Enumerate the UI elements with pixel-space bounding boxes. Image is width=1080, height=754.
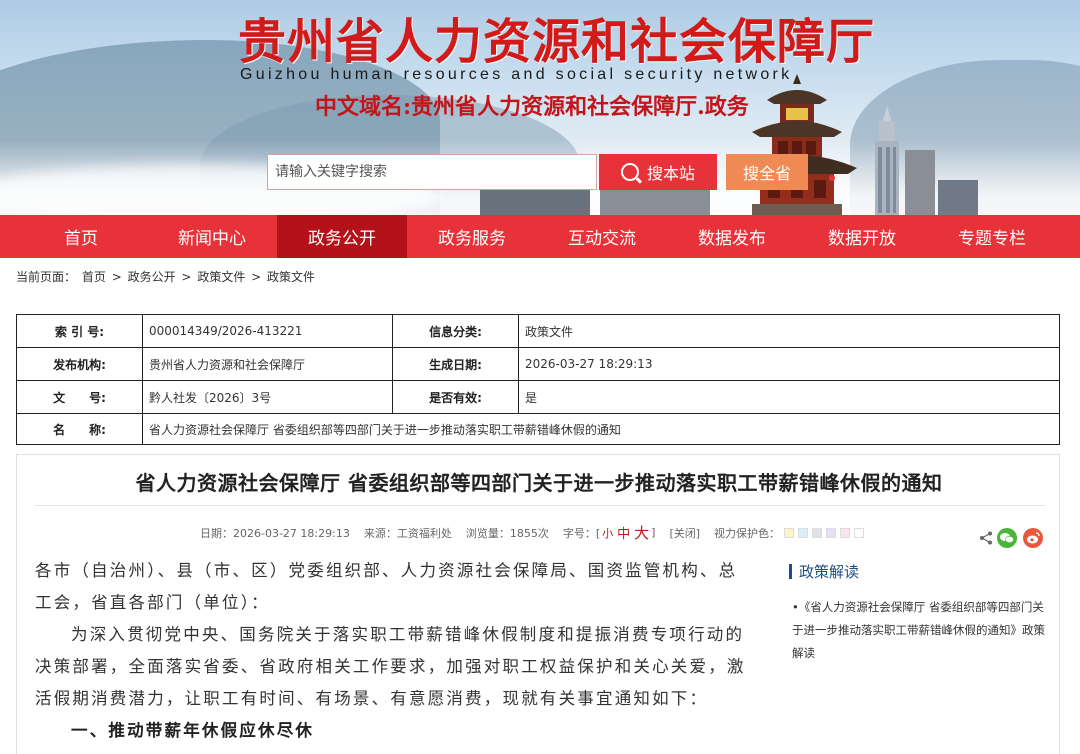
article-container: 省人力资源社会保障厅 省委组织部等四部门关于进一步推动落实职工带薪错峰休假的通知… xyxy=(16,454,1060,754)
table-row: 索 引 号: 000014349/2026-413221 信息分类: 政策文件 xyxy=(16,314,1060,348)
search-icon xyxy=(620,163,639,181)
site-domain: 中文域名:贵州省人力资源和社会保障厅.政务 xyxy=(315,94,749,120)
share-icon[interactable] xyxy=(979,531,993,545)
eye-color-swatch[interactable] xyxy=(826,527,837,538)
docno-value: 黔人社发〔2026〕3号 xyxy=(142,380,393,414)
table-row: 名 称: 省人力资源社会保障厅 省委组织部等四部门关于进一步推动落实职工带薪错峰… xyxy=(16,413,1060,445)
tower-illustration xyxy=(875,105,899,215)
category-value: 政策文件 xyxy=(518,314,1060,348)
valid-label: 是否有效: xyxy=(392,380,519,414)
panel-header: 政策解读 xyxy=(789,561,1049,582)
issuer-label: 发布机构: xyxy=(16,347,143,381)
breadcrumb-separator: > xyxy=(251,270,262,284)
site-subtitle: Guizhou human resources and social secur… xyxy=(240,66,793,83)
nav-item-open-data[interactable]: 数据开放 xyxy=(797,215,927,258)
breadcrumb-link[interactable]: 政策文件 xyxy=(267,270,315,284)
site-title: 贵州省人力资源和社会保障厅 xyxy=(238,14,876,70)
fontsize-end: ] xyxy=(651,526,656,539)
policy-interpretation-panel: 政策解读 •《省人力资源社会保障厅 省委组织部等四部门关于进一步推动落实职工带薪… xyxy=(789,561,1049,665)
eye-color-swatch[interactable] xyxy=(840,527,851,538)
breadcrumb-separator: > xyxy=(111,270,122,284)
category-label: 信息分类: xyxy=(392,314,519,348)
index-value: 000014349/2026-413221 xyxy=(142,314,393,348)
table-row: 发布机构: 贵州省人力资源和社会保障厅 生成日期: 2026-03-27 18:… xyxy=(16,347,1060,381)
city-buildings xyxy=(938,180,978,215)
article-meta: 日期：2026-03-27 18:29:13 来源：工资福利处 浏览量：1855… xyxy=(200,522,865,543)
font-small-button[interactable]: 小 xyxy=(602,525,613,541)
search-site-label: 搜本站 xyxy=(646,164,695,183)
nav-item-news[interactable]: 新闻中心 xyxy=(147,215,277,258)
nav-item-gov-open[interactable]: 政务公开 xyxy=(277,215,407,258)
weibo-icon[interactable] xyxy=(1023,528,1043,548)
table-row: 文 号: 黔人社发〔2026〕3号 是否有效: 是 xyxy=(16,380,1060,414)
source: 来源：工资福利处 xyxy=(363,526,452,540)
eye-color-swatch[interactable] xyxy=(784,527,795,538)
article-body: 各市（自治州）、县（市、区）党委组织部、人力资源社会保障局、国资监管机构、总工会… xyxy=(35,555,755,747)
city-buildings xyxy=(905,150,935,215)
breadcrumb-separator: > xyxy=(181,270,192,284)
docno-label: 文 号: xyxy=(16,380,143,414)
date-value: 2026-03-27 18:29:13 xyxy=(518,347,1060,381)
divider xyxy=(35,505,1045,506)
name-value: 省人力资源社会保障厅 省委组织部等四部门关于进一步推动落实职工带薪错峰休假的通知 xyxy=(142,413,1060,445)
fontsize-label: 字号：[ xyxy=(562,526,601,540)
nav-item-interaction[interactable]: 互动交流 xyxy=(537,215,667,258)
view-count: 浏览量：1855次 xyxy=(465,526,549,540)
eye-color-swatch[interactable] xyxy=(798,527,809,538)
issuer-value: 贵州省人力资源和社会保障厅 xyxy=(142,347,393,381)
accent-bar xyxy=(789,564,792,579)
breadcrumb-link[interactable]: 首页 xyxy=(82,270,106,284)
panel-title: 政策解读 xyxy=(799,563,860,581)
date-label: 生成日期: xyxy=(392,347,519,381)
font-large-button[interactable]: 大 xyxy=(634,522,649,543)
eye-color-swatch[interactable] xyxy=(812,527,823,538)
nav-item-data-release[interactable]: 数据发布 xyxy=(667,215,797,258)
eye-color-swatch[interactable] xyxy=(854,527,865,538)
index-label: 索 引 号: xyxy=(16,314,143,348)
eye-care-label: 视力保护色： xyxy=(714,526,781,540)
name-label: 名 称: xyxy=(16,413,143,445)
close-button[interactable]: [关闭] xyxy=(669,525,700,541)
article-paragraph: 各市（自治州）、县（市、区）党委组织部、人力资源社会保障局、国资监管机构、总工会… xyxy=(35,561,738,612)
article-title: 省人力资源社会保障厅 省委组织部等四部门关于进一步推动落实职工带薪错峰休假的通知 xyxy=(135,471,943,495)
breadcrumb-link[interactable]: 政务公开 xyxy=(128,270,176,284)
breadcrumb-prefix: 当前页面： xyxy=(16,270,77,284)
publish-date: 日期：2026-03-27 18:29:13 xyxy=(200,526,350,540)
search-input[interactable] xyxy=(267,154,597,190)
city-buildings xyxy=(600,188,710,215)
nav-item-home[interactable]: 首页 xyxy=(0,215,147,258)
share-bar xyxy=(979,528,1043,548)
breadcrumb-link[interactable]: 政策文件 xyxy=(197,270,245,284)
search-province-button[interactable]: 搜全省 xyxy=(726,154,808,190)
search-site-button[interactable]: 搜本站 xyxy=(599,154,717,190)
font-medium-button[interactable]: 中 xyxy=(617,523,630,542)
valid-value: 是 xyxy=(518,380,1060,414)
document-info-table: 索 引 号: 000014349/2026-413221 信息分类: 政策文件 … xyxy=(16,314,1060,445)
breadcrumb: 当前页面： 首页 > 政务公开 > 政策文件 > 政策文件 xyxy=(16,268,317,285)
article-paragraph: 为深入贯彻党中央、国务院关于落实职工带薪错峰休假制度和提振消费专项行动的决策部署… xyxy=(35,625,746,708)
main-nav: 首页 新闻中心 政务公开 政务服务 互动交流 数据发布 数据开放 专题专栏 xyxy=(0,215,1080,258)
header-banner: 贵州省人力资源和社会保障厅 Guizhou human resources an… xyxy=(0,0,1080,215)
interpretation-link[interactable]: •《省人力资源社会保障厅 省委组织部等四部门关于进一步推动落实职工带薪错峰休假的… xyxy=(789,596,1049,665)
nav-item-gov-service[interactable]: 政务服务 xyxy=(407,215,537,258)
nav-item-special-topics[interactable]: 专题专栏 xyxy=(927,215,1057,258)
section-heading: 一、推动带薪年休假应休尽休 xyxy=(71,721,315,740)
wechat-icon[interactable] xyxy=(997,528,1017,548)
